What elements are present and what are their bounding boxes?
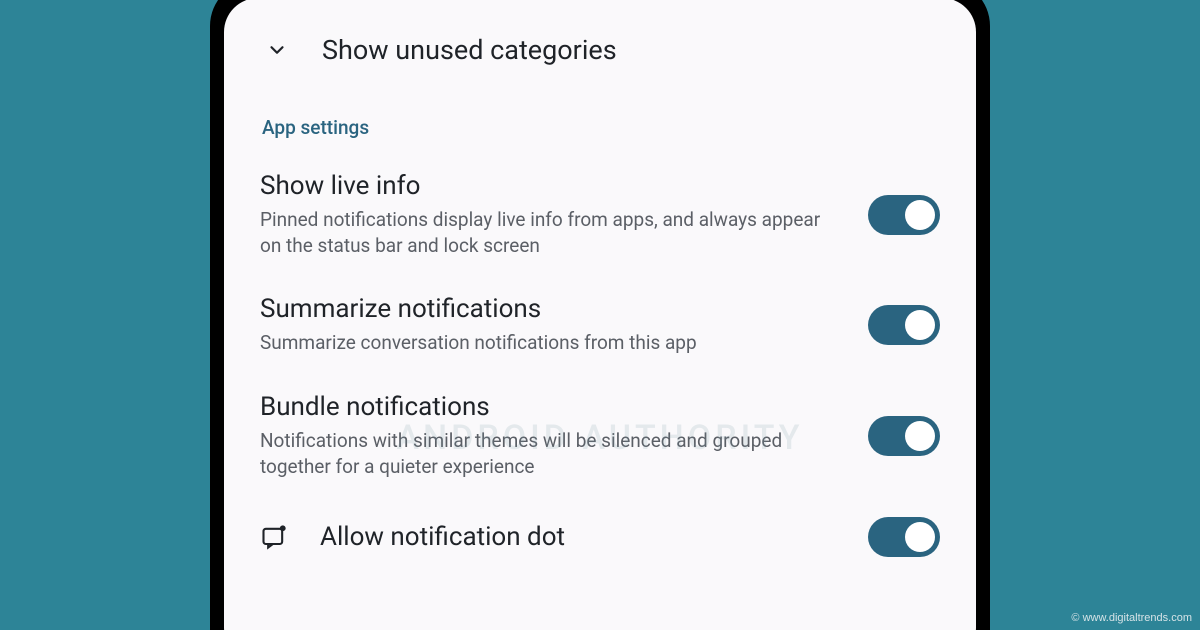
bundle-notifications-row[interactable]: Bundle notifications Notifications with … — [260, 374, 940, 497]
show-live-info-title: Show live info — [260, 171, 844, 201]
show-live-info-text: Show live info Pinned notifications disp… — [260, 171, 844, 258]
show-live-info-desc: Pinned notifications display live info f… — [260, 207, 844, 258]
allow-notification-dot-row[interactable]: Allow notification dot — [260, 497, 940, 557]
summarize-notifications-text: Summarize notifications Summarize conver… — [260, 294, 844, 356]
image-credit: © www.digitaltrends.com — [1071, 612, 1192, 624]
bundle-notifications-toggle[interactable] — [868, 416, 940, 456]
show-unused-categories-label: Show unused categories — [322, 34, 617, 66]
show-live-info-toggle[interactable] — [868, 195, 940, 235]
app-settings-header: App settings — [260, 94, 940, 153]
bundle-notifications-desc: Notifications with similar themes will b… — [260, 428, 844, 479]
allow-notification-dot-toggle[interactable] — [868, 517, 940, 557]
bundle-notifications-text: Bundle notifications Notifications with … — [260, 392, 844, 479]
summarize-notifications-row[interactable]: Summarize notifications Summarize conver… — [260, 276, 940, 374]
summarize-notifications-title: Summarize notifications — [260, 294, 844, 324]
show-unused-categories-row[interactable]: Show unused categories — [260, 22, 940, 94]
summarize-notifications-desc: Summarize conversation notifications fro… — [260, 330, 844, 356]
summarize-notifications-toggle[interactable] — [868, 305, 940, 345]
bundle-notifications-title: Bundle notifications — [260, 392, 844, 422]
chevron-down-icon — [266, 39, 288, 61]
phone-frame: Show unused categories App settings Show… — [210, 0, 990, 630]
notification-dot-icon — [260, 523, 288, 551]
show-live-info-row[interactable]: Show live info Pinned notifications disp… — [260, 153, 940, 276]
phone-screen: Show unused categories App settings Show… — [224, 0, 976, 630]
allow-notification-dot-label: Allow notification dot — [320, 522, 836, 552]
